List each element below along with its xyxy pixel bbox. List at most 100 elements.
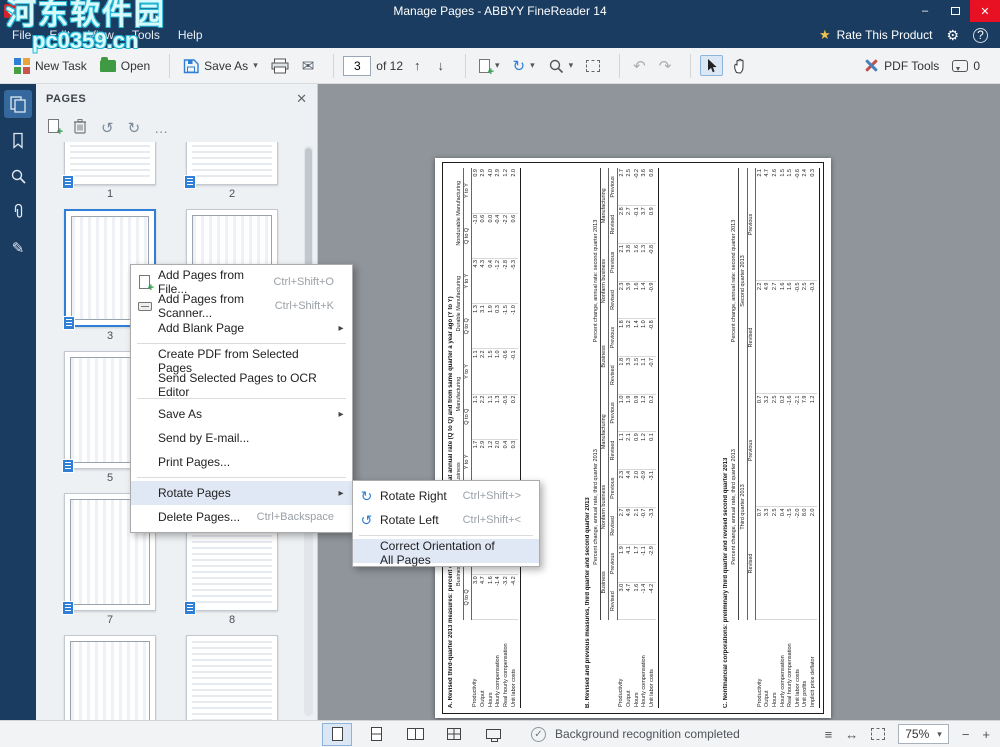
table-value-cell: -0.8 [648,319,656,357]
context-menu-item-send-selected-pages-to-ocr-editor[interactable]: Send Selected Pages to OCR Editor [131,371,352,395]
table-value-cell: -1.2 [495,259,503,304]
window-controls: – ✕ [910,0,1000,22]
table-row-label: Unit labor costs [648,620,656,708]
context-menu-item-add-pages-from-file[interactable]: Add Pages from File...Ctrl+Shift+O [131,268,352,292]
open-button[interactable]: Open [96,56,154,76]
rotate-submenu-item-rotate-left[interactable]: ↺Rotate LeftCtrl+Shift+< [353,508,539,532]
hand-tool-button[interactable] [728,56,751,76]
select-tool-button[interactable] [700,55,723,76]
maximize-button[interactable] [940,0,970,22]
crop-button[interactable] [582,57,604,75]
view-mode-scroll-button[interactable] [361,723,391,746]
page-thumbnail-9[interactable] [64,635,156,720]
zoom-out-button[interactable]: − [962,727,970,742]
context-menu-item-send-by-e-mail[interactable]: Send by E-mail... [131,426,352,450]
context-menu-item-save-as[interactable]: Save As▸ [131,402,352,426]
menu-tools[interactable]: Tools [132,28,160,42]
verify-dropdown-icon[interactable]: ▾ [569,60,574,71]
document-page-preview[interactable]: A. Revised third-quarter 2013 measures: … [435,158,831,718]
table-value-cell: -0.9 [641,469,649,507]
help-icon[interactable]: ? [973,28,988,43]
page-thumbnail-2[interactable] [186,142,278,185]
print-button[interactable] [267,55,293,77]
save-as-dropdown-icon[interactable]: ▾ [253,60,258,71]
new-task-button[interactable]: New Task [10,55,91,77]
menu-file[interactable]: File [12,28,31,42]
table-value-cell: 4.7 [626,582,634,620]
minimize-button[interactable]: – [910,0,940,22]
table-value-cell: -1.4 [641,582,649,620]
add-pages-dropdown-icon[interactable]: ▾ [495,60,500,71]
table-header-cell: Manufacturing [600,394,609,469]
redo-button[interactable]: ↷ [655,57,676,75]
table-value-cell: 1.3 [495,394,503,439]
table-value-cell: -0.7 [648,356,656,394]
context-menu-item-create-pdf-from-selected-pages[interactable]: Create PDF from Selected Pages [131,347,352,371]
menu-help[interactable]: Help [178,28,203,42]
undo-button[interactable]: ↶ [629,57,650,75]
recognize-dropdown-icon[interactable]: ▾ [530,60,535,71]
menu-view[interactable]: View [88,28,114,42]
save-floppy-icon [183,58,199,74]
zoom-controls: ≡ ↔ 75% ▾ − + [825,724,990,744]
table-value-cell: -0.8 [648,243,656,281]
scrollbar-thumb[interactable] [305,148,312,268]
email-button[interactable]: ✉ [298,54,319,78]
page-thumbnail-10[interactable] [186,635,278,720]
view-mode-single-page-button[interactable] [322,723,352,746]
table-row: Real hourly compensation-1.5-1.61.61.5 [787,168,795,708]
table-value-cell: -0.7 [641,507,649,545]
rotate-submenu-item-correct-orientation-of-all-pages[interactable]: Correct Orientation of All Pages [353,539,539,563]
sidebar-item-search[interactable] [4,162,32,190]
page-layout-menu-icon[interactable]: ≡ [825,727,833,742]
settings-gear-icon[interactable]: ⚙ [946,27,959,44]
fit-width-icon[interactable]: ↔ [845,727,858,742]
previous-page-button[interactable]: ↑ [408,58,427,73]
menu-edit[interactable]: Edit [49,28,70,42]
pages-icon [9,95,27,113]
zoom-level-select[interactable]: 75% ▾ [898,724,949,744]
context-menu-item-rotate-pages[interactable]: Rotate Pages▸ [131,481,352,505]
context-menu-item-delete-pages[interactable]: Delete Pages...Ctrl+Backspace [131,505,352,529]
page-thumbnail-1[interactable] [64,142,156,185]
table-value-cell: 3.2 [626,319,634,357]
fit-page-icon[interactable] [871,728,885,740]
table-value-cell: -0.2 [633,168,641,206]
table-value-cell: -0.3 [809,281,817,394]
recognize-button[interactable]: ↻ ▾ [509,54,539,78]
pages-panel-close-button[interactable]: ✕ [296,91,307,107]
table-value-cell: 4.1 [626,545,634,583]
save-as-button[interactable]: Save As ▾ [179,55,262,77]
table-header-cell: Percent change, annual rate, third quart… [730,394,738,620]
panel-rotate-right-button[interactable]: ↻ [128,119,141,137]
add-pages-button[interactable]: ▾ [475,56,504,76]
verify-button[interactable]: ▾ [544,55,578,77]
table-value-cell: 1.0 [618,394,626,432]
table-value-cell: 1.7 [472,439,480,484]
next-page-button[interactable]: ↓ [432,58,451,73]
panel-delete-page-button[interactable] [73,118,87,139]
view-mode-two-page-button[interactable] [400,723,430,746]
sidebar-item-signatures[interactable]: ✎ [4,234,32,262]
table-value-cell: 1.5 [779,168,787,281]
context-menu-item-add-pages-from-scanner[interactable]: Add Pages from Scanner...Ctrl+Shift+K [131,292,352,316]
sidebar-item-bookmarks[interactable] [4,126,32,154]
rotate-submenu-item-rotate-right[interactable]: ↻Rotate RightCtrl+Shift+> [353,484,539,508]
page-number-input[interactable] [343,56,371,76]
close-button[interactable]: ✕ [970,0,1000,22]
sidebar-item-pages[interactable] [4,90,32,118]
table-value-cell: 1.2 [641,394,649,432]
table-header-cell: Revised [747,281,756,394]
sidebar-item-attachments[interactable] [4,198,32,226]
context-menu-item-print-pages[interactable]: Print Pages... [131,450,352,474]
panel-add-page-button[interactable] [48,119,59,138]
view-mode-thumbnails-button[interactable] [439,723,469,746]
rate-product-button[interactable]: ★ Rate This Product [819,27,932,43]
comments-button[interactable]: 0 [948,56,984,76]
panel-rotate-left-button[interactable]: ↺ [101,119,114,137]
panel-more-button[interactable]: … [154,120,170,136]
table-value-cell: 2.7 [771,281,779,394]
view-mode-presentation-button[interactable] [478,723,508,746]
pdf-tools-button[interactable]: PDF Tools [860,55,943,76]
zoom-in-button[interactable]: + [982,727,990,742]
